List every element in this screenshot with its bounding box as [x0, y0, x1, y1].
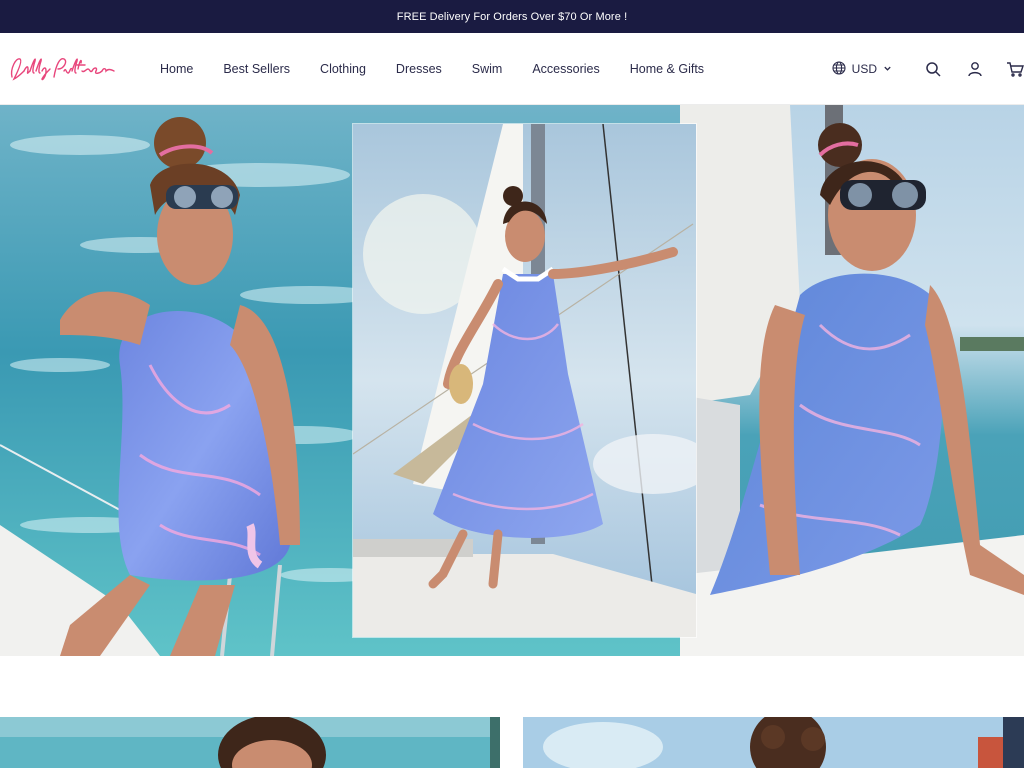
announcement-bar: FREE Delivery For Orders Over $70 Or Mor…	[0, 0, 1024, 33]
chevron-down-icon	[883, 62, 892, 76]
nav-item-best-sellers[interactable]: Best Sellers	[223, 62, 290, 76]
search-icon[interactable]	[922, 58, 944, 80]
nav-item-accessories[interactable]: Accessories	[532, 62, 599, 76]
globe-icon	[832, 60, 846, 78]
nav-item-home-gifts[interactable]: Home & Gifts	[630, 62, 704, 76]
nav-item-dresses[interactable]: Dresses	[396, 62, 442, 76]
brand-logo[interactable]	[6, 51, 118, 87]
nav-item-home[interactable]: Home	[160, 62, 193, 76]
hero-banner[interactable]	[0, 105, 1024, 656]
currency-label: USD	[851, 62, 877, 76]
category-tile-right[interactable]	[523, 717, 1024, 768]
nav-item-swim[interactable]: Swim	[472, 62, 503, 76]
currency-selector[interactable]: USD	[832, 60, 892, 78]
site-header: Home Best Sellers Clothing Dresses Swim …	[0, 33, 1024, 105]
cart-icon[interactable]	[1006, 58, 1024, 80]
main-nav: Home Best Sellers Clothing Dresses Swim …	[160, 33, 734, 105]
announcement-text: FREE Delivery For Orders Over $70 Or Mor…	[396, 10, 628, 23]
category-tile-left[interactable]	[0, 717, 500, 768]
section-spacer	[0, 656, 1024, 717]
header-utilities: USD	[832, 33, 1024, 105]
hero-image-center	[353, 124, 696, 637]
account-icon[interactable]	[964, 58, 986, 80]
nav-item-clothing[interactable]: Clothing	[320, 62, 366, 76]
hero-image-right	[680, 105, 1024, 656]
